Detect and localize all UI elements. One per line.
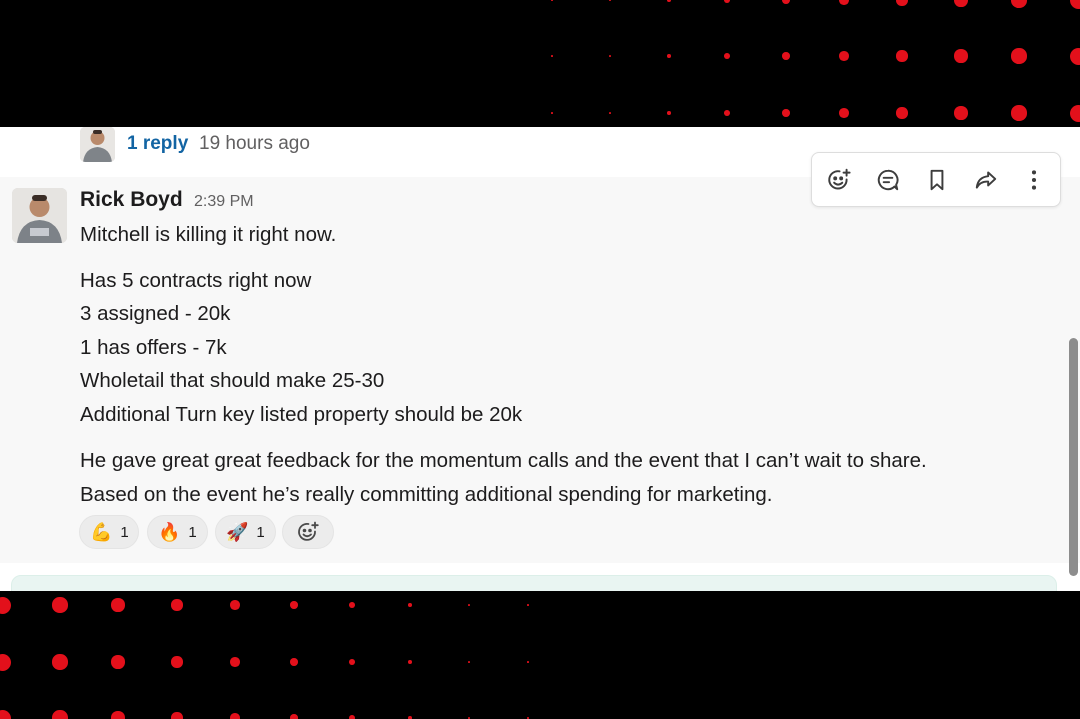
add-reaction-icon: [828, 168, 851, 190]
decorative-dot: [1011, 105, 1027, 121]
decorative-dot: [551, 112, 553, 114]
decorative-dot: [1069, 104, 1080, 122]
reaction-rocket[interactable]: 🚀 1: [215, 515, 276, 549]
decorative-dot: [896, 0, 908, 6]
decorative-dot: [52, 597, 68, 613]
decorative-dot: [1069, 47, 1080, 65]
share-message-button[interactable]: [969, 163, 1003, 197]
message-line: Based on the event he’s really committin…: [80, 483, 773, 506]
message-line: He gave great great feedback for the mom…: [80, 449, 927, 472]
decorative-dot: [896, 107, 908, 119]
scrollbar-thumb[interactable]: [1069, 338, 1078, 576]
author-avatar[interactable]: [12, 188, 67, 243]
decorative-dot: [667, 111, 671, 115]
decorative-dot: [0, 653, 11, 671]
more-actions-icon: [1031, 170, 1037, 190]
share-icon: [975, 171, 997, 189]
decorative-dot: [468, 661, 470, 663]
decorative-dot: [954, 106, 968, 120]
thread-reply-link[interactable]: 1 reply: [127, 133, 188, 155]
decorative-dot: [290, 714, 298, 719]
bookmark-icon: [930, 169, 944, 191]
decorative-dot: [349, 602, 355, 608]
message-line: 1 has offers - 7k: [80, 336, 227, 359]
decorative-dot: [408, 660, 412, 664]
decorative-dot: [230, 657, 240, 667]
decorative-dot: [52, 654, 68, 670]
decorative-dot: [0, 709, 11, 719]
decorative-dot: [527, 604, 529, 606]
message-actions-toolbar: [811, 152, 1061, 207]
decorative-dot: [111, 598, 125, 612]
reaction-count: 1: [188, 523, 197, 541]
decorative-dot: [724, 0, 730, 3]
flexed-biceps-icon: 💪: [90, 522, 113, 542]
decorative-dot: [290, 601, 298, 609]
save-for-later-button[interactable]: [920, 163, 954, 197]
decorative-dot: [408, 603, 412, 607]
decorative-dot: [290, 658, 298, 666]
decorative-dot: [782, 52, 790, 60]
decorative-dot: [839, 0, 849, 5]
decorative-dot: [609, 55, 611, 57]
message-line: Additional Turn key listed property shou…: [80, 403, 523, 426]
top-dot-pattern: [0, 0, 1080, 127]
add-reaction-icon: [298, 521, 319, 541]
reply-avatar[interactable]: [80, 127, 115, 162]
decorative-dot: [111, 655, 125, 669]
decorative-dot: [551, 55, 553, 57]
decorative-dot: [782, 0, 790, 4]
fire-icon: 🔥: [158, 522, 181, 542]
decorative-dot: [839, 51, 849, 61]
decorative-dot: [0, 596, 11, 614]
message-author[interactable]: Rick Boyd: [80, 188, 183, 212]
more-actions-button[interactable]: [1017, 163, 1051, 197]
message-timestamp[interactable]: 2:39 PM: [194, 193, 254, 211]
decorative-dot: [609, 112, 611, 114]
reply-in-thread-icon: [877, 169, 899, 191]
reaction-flexed-biceps[interactable]: 💪 1: [79, 515, 139, 549]
decorative-dot: [171, 656, 183, 668]
decorative-dot: [1069, 0, 1080, 9]
next-message-highlight: [11, 575, 1057, 591]
reply-in-thread-button[interactable]: [871, 163, 905, 197]
decorative-dot: [171, 712, 183, 719]
message-line: Mitchell is killing it right now.: [80, 223, 337, 246]
decorative-dot: [527, 661, 529, 663]
decorative-dot: [349, 715, 355, 719]
decorative-dot: [468, 604, 470, 606]
decorative-dot: [667, 54, 671, 58]
reaction-fire[interactable]: 🔥 1: [147, 515, 208, 549]
decorative-dot: [954, 49, 968, 63]
reaction-count: 1: [120, 523, 129, 541]
decorative-dot: [667, 0, 671, 2]
decorative-dot: [230, 713, 240, 719]
decorative-dot: [230, 600, 240, 610]
decorative-dot: [724, 53, 730, 59]
bottom-dot-pattern: [0, 591, 1080, 719]
message-line: Wholetail that should make 25-30: [80, 369, 385, 392]
message-line: Has 5 contracts right now: [80, 269, 312, 292]
reaction-count: 1: [256, 523, 265, 541]
rocket-icon: 🚀: [226, 522, 249, 542]
thread-reply-time: 19 hours ago: [199, 133, 310, 154]
message-item: Rick Boyd 2:39 PM Mitchell is killing it…: [0, 177, 1080, 563]
decorative-dot: [1011, 48, 1027, 64]
decorative-dot: [609, 0, 611, 1]
decorative-dot: [954, 0, 968, 7]
message-line: 3 assigned - 20k: [80, 302, 231, 325]
decorative-dot: [1011, 0, 1027, 8]
decorative-dot: [349, 659, 355, 665]
decorative-dot: [724, 110, 730, 116]
add-reaction-toolbar-button[interactable]: [822, 163, 856, 197]
decorative-dot: [551, 0, 553, 1]
decorative-dot: [839, 108, 849, 118]
decorative-dot: [782, 109, 790, 117]
add-reaction-button[interactable]: [282, 515, 334, 549]
decorative-dot: [111, 711, 125, 719]
decorative-dot: [171, 599, 183, 611]
decorative-dot: [52, 710, 68, 719]
decorative-dot: [896, 50, 908, 62]
